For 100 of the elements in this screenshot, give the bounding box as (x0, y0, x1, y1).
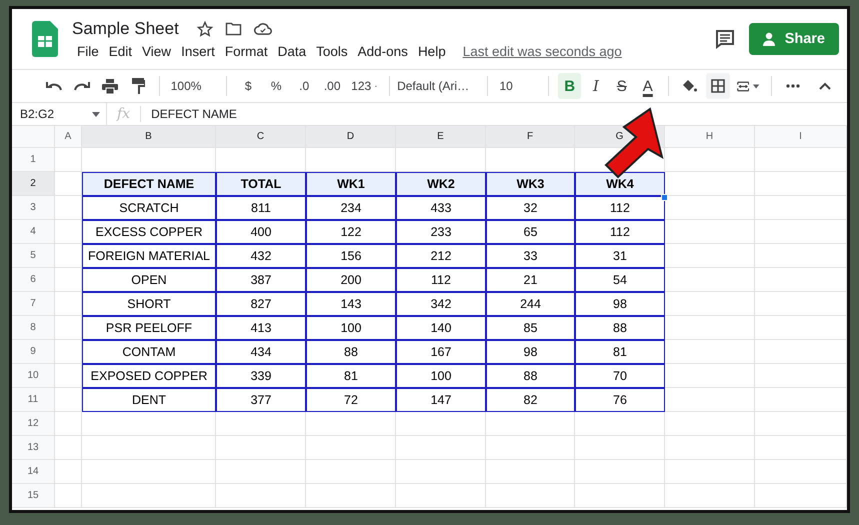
empty-cell[interactable] (306, 460, 396, 484)
bold-button[interactable]: B (558, 73, 582, 99)
empty-cell[interactable] (755, 436, 847, 460)
empty-cell[interactable] (755, 220, 847, 244)
empty-cell[interactable] (665, 316, 755, 340)
empty-cell[interactable] (755, 484, 847, 508)
empty-cell[interactable] (216, 484, 306, 508)
empty-cell[interactable] (755, 196, 847, 220)
empty-cell[interactable] (755, 460, 847, 484)
row-header[interactable]: 12 (12, 412, 55, 436)
empty-cell[interactable] (82, 412, 216, 436)
empty-cell[interactable] (575, 436, 665, 460)
empty-cell[interactable] (665, 388, 755, 412)
column-header[interactable]: I (755, 126, 847, 148)
row-header[interactable]: 8 (12, 316, 55, 340)
row-header[interactable]: 5 (12, 244, 55, 268)
row-header[interactable]: 3 (12, 196, 55, 220)
menu-item[interactable]: Insert (176, 42, 220, 60)
empty-cell[interactable] (486, 412, 575, 436)
italic-button[interactable]: I (585, 73, 607, 99)
empty-cell[interactable] (575, 412, 665, 436)
menu-item[interactable]: Tools (311, 42, 353, 60)
comment-icon[interactable] (714, 29, 735, 49)
empty-cell[interactable] (665, 484, 755, 508)
font-size-dropdown[interactable]: 10 (496, 73, 540, 99)
number-format-dropdown[interactable]: 123 (348, 73, 380, 99)
empty-cell[interactable] (665, 244, 755, 268)
empty-cell[interactable] (665, 292, 755, 316)
menu-item[interactable]: File (72, 42, 104, 60)
zoom-dropdown[interactable]: 100% (168, 73, 218, 99)
strikethrough-button[interactable]: S (610, 73, 633, 99)
row-header[interactable]: 15 (12, 484, 55, 508)
empty-cell[interactable] (306, 436, 396, 460)
empty-cell[interactable] (665, 364, 755, 388)
row-header[interactable]: 2 (12, 172, 55, 196)
font-dropdown[interactable]: Default (Ari… (398, 73, 478, 99)
last-edit-link[interactable]: Last edit was seconds ago (462, 44, 622, 58)
menu-item[interactable]: Data (272, 42, 312, 60)
empty-cell[interactable] (665, 340, 755, 364)
column-header[interactable]: E (396, 126, 486, 148)
menu-item[interactable]: Add-ons (352, 42, 413, 60)
borders-button[interactable] (706, 73, 730, 99)
empty-cell[interactable] (755, 148, 847, 172)
menu-item[interactable]: Help (412, 42, 451, 60)
empty-cell[interactable] (82, 436, 216, 460)
column-header[interactable]: H (665, 126, 755, 148)
text-color-button[interactable]: A (636, 73, 659, 99)
folder-icon[interactable] (224, 22, 242, 36)
row-header[interactable]: 4 (12, 220, 55, 244)
empty-cell[interactable] (396, 436, 486, 460)
empty-cell[interactable] (665, 220, 755, 244)
empty-cell[interactable] (575, 484, 665, 508)
empty-cell[interactable] (486, 460, 575, 484)
empty-cell[interactable] (665, 460, 755, 484)
menu-item[interactable]: View (137, 42, 176, 60)
row-header[interactable]: 10 (12, 364, 55, 388)
empty-cell[interactable] (665, 436, 755, 460)
empty-cell[interactable] (216, 436, 306, 460)
empty-cell[interactable] (665, 268, 755, 292)
column-header[interactable]: C (216, 126, 306, 148)
row-header[interactable]: 6 (12, 268, 55, 292)
empty-cell[interactable] (755, 268, 847, 292)
fill-handle[interactable] (661, 194, 668, 201)
row-header[interactable]: 11 (12, 388, 55, 412)
row-header[interactable]: 9 (12, 340, 55, 364)
empty-cell[interactable] (82, 460, 216, 484)
empty-cell[interactable] (755, 172, 847, 196)
decrease-decimal-button[interactable]: .0 (292, 73, 316, 99)
row-header[interactable]: 1 (12, 148, 55, 172)
currency-button[interactable]: $ (236, 73, 260, 99)
row-header[interactable]: 13 (12, 436, 55, 460)
column-header[interactable]: D (306, 126, 396, 148)
increase-decimal-button[interactable]: .00 (320, 73, 344, 99)
empty-cell[interactable] (665, 148, 755, 172)
empty-cell[interactable] (755, 292, 847, 316)
document-title[interactable]: Sample Sheet (72, 18, 179, 38)
empty-cell[interactable] (755, 412, 847, 436)
column-header[interactable]: B (82, 126, 216, 148)
column-header[interactable]: F (486, 126, 575, 148)
empty-cell[interactable] (755, 244, 847, 268)
star-icon[interactable] (196, 20, 213, 36)
empty-cell[interactable] (575, 460, 665, 484)
empty-cell[interactable] (486, 484, 575, 508)
empty-cell[interactable] (755, 364, 847, 388)
empty-cell[interactable] (396, 460, 486, 484)
empty-cell[interactable] (755, 340, 847, 364)
empty-cell[interactable] (486, 436, 575, 460)
empty-cell[interactable] (216, 460, 306, 484)
sheets-logo-icon[interactable] (32, 21, 58, 57)
menu-item[interactable]: Edit (104, 42, 138, 60)
empty-cell[interactable] (396, 412, 486, 436)
column-header[interactable]: A (55, 126, 82, 148)
empty-cell[interactable] (755, 316, 847, 340)
row-header[interactable]: 7 (12, 292, 55, 316)
empty-cell[interactable] (82, 484, 216, 508)
empty-cell[interactable] (665, 412, 755, 436)
row-header[interactable]: 14 (12, 460, 55, 484)
name-box[interactable]: B2:G2 (20, 107, 54, 121)
percent-button[interactable]: % (264, 73, 288, 99)
menu-item[interactable]: Format (220, 42, 273, 60)
